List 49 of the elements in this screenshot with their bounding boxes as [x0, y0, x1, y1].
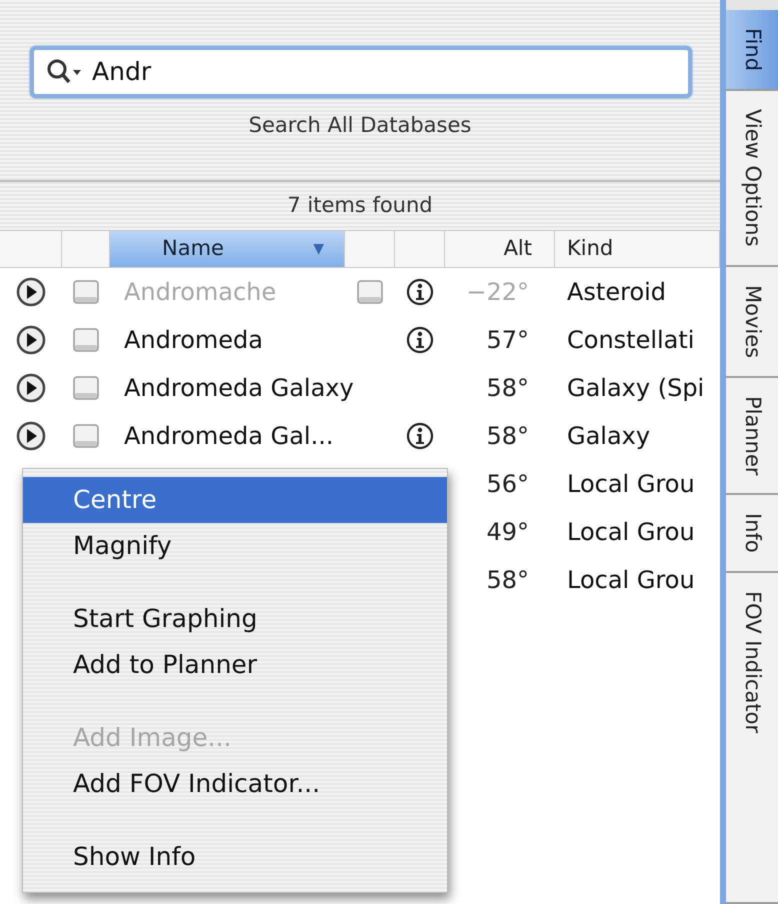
object-kind: Galaxy (Spi — [567, 374, 704, 402]
info-icon[interactable] — [406, 326, 434, 354]
altitude-value: 58° — [486, 566, 529, 594]
object-name: Andromeda — [124, 326, 263, 354]
disclosure-icon[interactable] — [16, 421, 46, 451]
side-tab[interactable]: Info — [726, 495, 778, 573]
checkbox[interactable] — [357, 280, 383, 304]
disclosure-icon[interactable] — [16, 277, 46, 307]
altitude-value: 58° — [486, 422, 529, 450]
checkbox[interactable] — [73, 328, 99, 352]
side-tab[interactable]: Movies — [726, 266, 778, 378]
info-icon[interactable] — [406, 278, 434, 306]
menu-item[interactable]: Add FOV Indicator... — [23, 761, 447, 807]
object-name: Andromeda Galaxy — [124, 374, 354, 402]
object-kind: Local Grou — [567, 518, 695, 546]
checkbox[interactable] — [73, 376, 99, 400]
object-kind: Local Grou — [567, 566, 695, 594]
altitude-value: 58° — [486, 374, 529, 402]
side-tab[interactable]: FOV Indicator — [726, 572, 778, 904]
checkbox[interactable] — [73, 424, 99, 448]
menu-item[interactable]: Add to Planner — [23, 642, 447, 688]
menu-item[interactable]: Show Info — [23, 834, 447, 880]
altitude-value: 57° — [486, 326, 529, 354]
object-name: Andromache — [124, 278, 276, 306]
search-scope-label: Search All Databases — [248, 112, 472, 139]
side-tab[interactable]: Find — [726, 10, 778, 92]
altitude-value: 56° — [486, 470, 529, 498]
object-kind: Asteroid — [567, 278, 666, 306]
menu-item[interactable]: Centre — [23, 477, 447, 523]
results-count: 7 items found — [287, 192, 433, 220]
side-tab[interactable]: Planner — [726, 378, 778, 496]
disclosure-icon[interactable] — [16, 373, 46, 403]
search-icon[interactable] — [46, 58, 84, 86]
side-tab[interactable]: View Options — [726, 91, 778, 267]
menu-item[interactable]: Magnify — [23, 523, 447, 569]
checkbox[interactable] — [73, 280, 99, 304]
disclosure-icon[interactable] — [16, 325, 46, 355]
info-icon[interactable] — [406, 422, 434, 450]
object-kind: Galaxy — [567, 422, 650, 450]
object-kind: Local Grou — [567, 470, 695, 498]
altitude-value: −22° — [466, 278, 529, 306]
column-header[interactable]: Alt — [445, 231, 555, 267]
altitude-value: 49° — [486, 518, 529, 546]
menu-item[interactable]: Start Graphing — [23, 596, 447, 642]
column-header[interactable]: Name ▼ — [110, 231, 345, 267]
object-name: Andromeda Gal... — [124, 422, 334, 450]
search-field[interactable]: Andr — [30, 46, 692, 98]
search-text: Andr — [92, 56, 152, 88]
object-kind: Constellati — [567, 326, 694, 354]
